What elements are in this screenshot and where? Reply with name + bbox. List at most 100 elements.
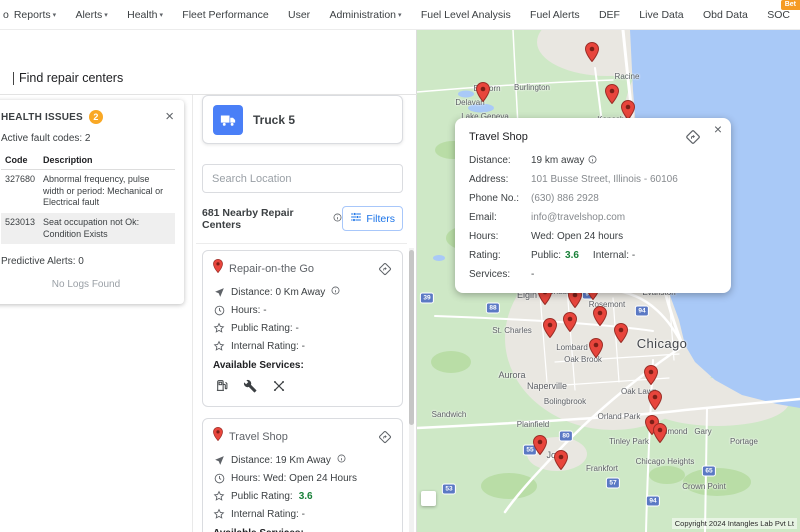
- map-label-lombard: Lombard: [556, 343, 588, 352]
- map[interactable]: ElkhornDelavanBurlingtonRacineLake Genev…: [417, 30, 800, 532]
- map-marker-icon[interactable]: [652, 422, 668, 448]
- pin-icon: [213, 258, 223, 278]
- map-marker-icon[interactable]: [542, 317, 558, 343]
- filters-label: Filters: [366, 212, 395, 225]
- search-location-input[interactable]: [202, 164, 403, 193]
- map-marker-icon[interactable]: [643, 364, 659, 390]
- repair-center-header: Repair-on-the Go: [213, 258, 392, 278]
- fault-description: Abnormal frequency, pulse width or perio…: [43, 174, 164, 208]
- map-marker-icon[interactable]: [613, 322, 629, 348]
- find-repair-centers-text: Find repair centers: [19, 71, 124, 85]
- directions-icon[interactable]: [378, 430, 392, 444]
- map-label-sandwich: Sandwich: [431, 410, 467, 419]
- repair-center-detail-row: Public Rating: 3.6: [213, 487, 392, 505]
- nav-item-alerts[interactable]: Alerts ▾: [75, 9, 107, 21]
- repair-center-detail-row: Distance: 0 Km Away: [213, 283, 392, 301]
- truck-icon: [213, 104, 243, 135]
- wrench-icon[interactable]: [243, 379, 257, 398]
- nav-item-live-data[interactable]: Live Data: [639, 9, 683, 21]
- app-window: o Reports ▾ Alerts ▾ Health ▾ Fleet Performanc…: [0, 0, 800, 532]
- nav-item-def[interactable]: DEF: [599, 9, 620, 21]
- repair-center-card[interactable]: Travel Shop Distance: 19 Km Away Hours: We…: [202, 418, 403, 532]
- fault-code-row: 523013 Seat occupation not Ok: Condition …: [1, 213, 175, 245]
- repair-center-header: Travel Shop: [213, 426, 392, 446]
- nav-item-health[interactable]: Health ▾: [127, 9, 163, 21]
- info-row-value: info@travelshop.com: [531, 212, 626, 223]
- detail-text: Internal Rating: -: [231, 508, 305, 520]
- chevron-down-icon: ▾: [159, 11, 163, 19]
- repair-center-detail-row: Internal Rating: -: [213, 337, 392, 355]
- nav-item-user[interactable]: User: [288, 9, 310, 21]
- star-icon: [213, 322, 225, 334]
- map-label-gary: Gary: [694, 427, 712, 436]
- info-row-address: Address: 101 Busse Street, Illinois - 601…: [469, 174, 717, 185]
- info-icon[interactable]: [337, 454, 346, 466]
- star-icon: [213, 508, 225, 520]
- map-marker-icon[interactable]: [604, 83, 620, 109]
- scrollbar-thumb[interactable]: [409, 250, 414, 425]
- info-window-title: Travel Shop: [469, 131, 528, 143]
- close-icon[interactable]: ×: [714, 122, 722, 136]
- nav-item-obd-data[interactable]: Obd Data: [703, 9, 748, 21]
- info-row-rating: Rating: Public: 3.6 Internal: -: [469, 250, 717, 261]
- map-marker-icon[interactable]: [562, 311, 578, 337]
- predictive-alerts-label: Predictive Alerts: 0: [1, 256, 84, 268]
- nav-item-soc[interactable]: SOC: [767, 9, 790, 21]
- road-shield-57: 57: [605, 477, 621, 489]
- info-row-value: -: [531, 269, 535, 280]
- nav-menu: Reports ▾ Alerts ▾ Health ▾ Fleet Performance U…: [14, 9, 790, 21]
- map-label-frankfort: Frankfort: [585, 464, 619, 473]
- directions-icon[interactable]: [378, 262, 392, 276]
- road-shield-39: 39: [419, 292, 435, 304]
- map-label-orland-park: Orland Park: [597, 412, 641, 421]
- find-repair-centers-input[interactable]: Find repair centers: [0, 62, 417, 95]
- nav-item-administration[interactable]: Administration ▾: [329, 9, 401, 21]
- map-marker-icon[interactable]: [588, 337, 604, 363]
- fault-codes-table: Code Description 327680 Abnormal frequenc…: [1, 151, 175, 245]
- close-icon[interactable]: ×: [165, 109, 174, 124]
- directions-icon[interactable]: [685, 129, 701, 145]
- detail-text: Distance: 0 Km Away: [231, 286, 326, 298]
- map-label-plainfield: Plainfield: [516, 420, 550, 429]
- fuel-station-icon[interactable]: [215, 378, 228, 398]
- road-shield-94: 94: [645, 495, 661, 507]
- info-row-label: Address:: [469, 174, 509, 185]
- fault-description: Seat occupation not Ok: Condition Exists: [43, 217, 140, 239]
- map-marker-icon[interactable]: [532, 434, 548, 460]
- health-issues-panel: HEALTH ISSUES 2 × Active fault codes: 2 …: [0, 100, 184, 305]
- repair-center-card[interactable]: Repair-on-the Go Distance: 0 Km Away Hours…: [202, 250, 403, 407]
- map-control-button[interactable]: [421, 491, 436, 506]
- info-icon[interactable]: [331, 286, 340, 298]
- info-icon[interactable]: [333, 213, 342, 225]
- chevron-down-icon: ▾: [398, 11, 402, 19]
- filters-button[interactable]: Filters: [342, 206, 403, 231]
- map-label-st-charles: St. Charles: [492, 326, 532, 335]
- vehicle-card[interactable]: Truck 5: [202, 95, 403, 144]
- map-label-chicago: Chicago: [636, 336, 688, 351]
- nav-item-truncated[interactable]: o: [3, 9, 9, 21]
- detail-text: Distance: 19 Km Away: [231, 454, 331, 466]
- rating-value: 3.6: [298, 490, 313, 502]
- available-services-label: Available Services:: [213, 360, 304, 371]
- map-info-window: Travel Shop × Distance: 19 km away Address…: [455, 118, 731, 293]
- info-icon[interactable]: [588, 154, 597, 166]
- map-marker-icon[interactable]: [584, 41, 600, 67]
- vertical-divider: [192, 95, 193, 532]
- map-marker-icon[interactable]: [475, 81, 491, 107]
- info-row-label: Services:: [469, 269, 511, 280]
- chevron-down-icon: ▾: [104, 11, 108, 19]
- map-marker-icon[interactable]: [553, 449, 569, 475]
- nav-item-fuel-alerts[interactable]: Fuel Alerts: [530, 9, 580, 21]
- repair-center-detail-row: Internal Rating: -: [213, 505, 392, 523]
- map-marker-icon[interactable]: [647, 389, 663, 415]
- nav-item-fuel-level-analysis[interactable]: Fuel Level Analysis: [421, 9, 511, 21]
- map-marker-icon[interactable]: [592, 305, 608, 331]
- nav-item-fleet-performance[interactable]: Fleet Performance: [182, 9, 268, 21]
- detail-text: Internal Rating: -: [231, 340, 305, 352]
- clock-icon: [213, 305, 225, 316]
- info-row-phone-no: Phone No.: (630) 886 2928: [469, 193, 717, 204]
- repair-center-detail-row: Hours: -: [213, 301, 392, 319]
- repair-tools-icon[interactable]: [272, 379, 286, 398]
- nav-item-reports[interactable]: Reports ▾: [14, 9, 56, 21]
- public-rating-value: 3.6: [565, 250, 579, 261]
